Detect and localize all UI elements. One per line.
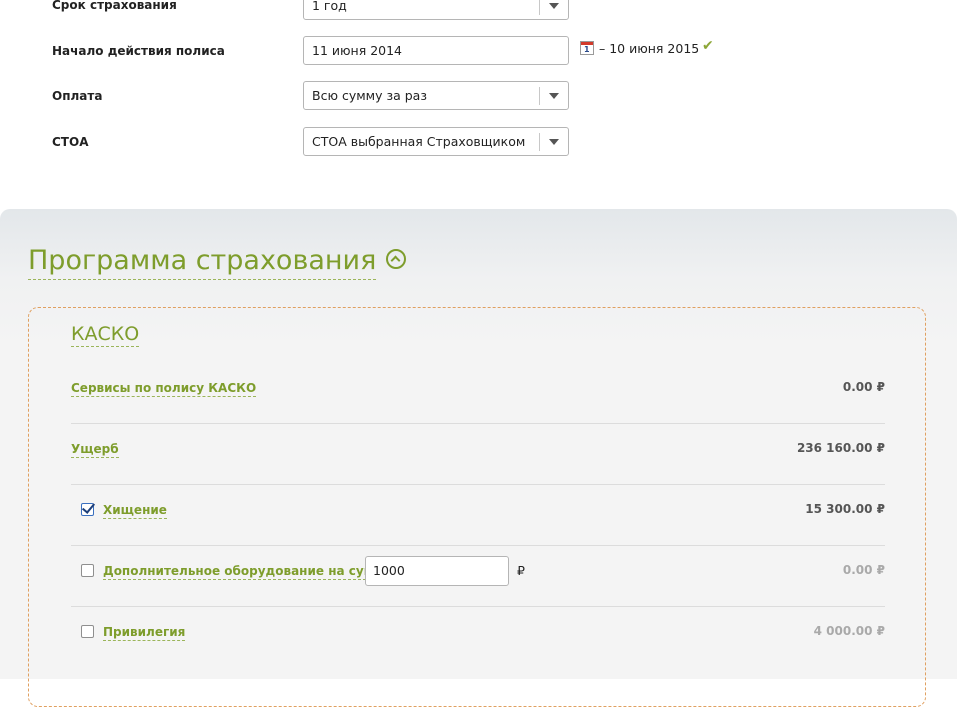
program-title[interactable]: Программа страхования: [28, 243, 377, 280]
chevron-down-icon[interactable]: [549, 93, 559, 99]
program-section: Программа страхования КАСКО Сервисы по п…: [0, 209, 957, 707]
privilege-checkbox[interactable]: [81, 625, 94, 638]
collapse-up-icon[interactable]: [386, 249, 406, 269]
chevron-down-icon[interactable]: [549, 3, 559, 9]
start-row: Начало действия полиса 11 июня 2014: [0, 35, 959, 67]
chevron-down-icon[interactable]: [549, 139, 559, 145]
term-select[interactable]: 1 год: [303, 0, 569, 20]
equipment-amount-input[interactable]: 1000: [365, 556, 509, 586]
payment-row: Оплата Всю сумму за раз: [0, 80, 959, 112]
equipment-checkbox[interactable]: [81, 564, 94, 577]
payment-select[interactable]: Всю сумму за раз: [303, 81, 569, 110]
stoa-select[interactable]: СТОА выбранная Страховщиком: [303, 127, 569, 156]
equipment-amount-value: 1000: [373, 563, 405, 578]
check-icon: ✔: [702, 38, 714, 54]
select-separator: [539, 0, 540, 15]
select-separator: [539, 133, 540, 151]
coverage-label[interactable]: Дополнительное оборудование на сумму: [103, 563, 392, 580]
payment-label: Оплата: [52, 89, 103, 103]
policy-end-date: – 10 июня 2015: [599, 41, 700, 56]
coverage-label[interactable]: Сервисы по полису КАСКО: [71, 380, 257, 397]
coverage-price: 236 160.00 ₽: [796, 441, 885, 455]
coverage-price: 15 300.00 ₽: [805, 502, 885, 516]
calendar-icon[interactable]: 1: [580, 41, 594, 55]
stoa-row: СТОА СТОА выбранная Страховщиком: [0, 126, 959, 158]
coverage-price: 0.00 ₽: [842, 380, 885, 394]
stoa-value: СТОА выбранная Страховщиком: [312, 134, 526, 149]
term-row: Срок страхования 1 год: [0, 0, 959, 22]
term-label: Срок страхования: [52, 0, 177, 12]
coverage-label[interactable]: Хищение: [103, 502, 167, 519]
term-value: 1 год: [312, 0, 347, 13]
start-date-value: 11 июня 2014: [312, 43, 403, 58]
coverage-price: 4 000.00 ₽: [813, 624, 885, 638]
coverage-row-equipment: Дополнительное оборудование на сумму 100…: [71, 545, 885, 607]
start-date-input[interactable]: 11 июня 2014: [303, 36, 569, 65]
coverage-row-damage: Ущерб 236 160.00 ₽: [71, 423, 885, 485]
coverage-row-theft: Хищение 15 300.00 ₽: [71, 484, 885, 546]
coverage-row-privilege: Привилегия 4 000.00 ₽: [71, 606, 885, 667]
select-separator: [539, 87, 540, 105]
coverage-label[interactable]: Ущерб: [71, 441, 119, 458]
start-label: Начало действия полиса: [52, 44, 225, 58]
payment-value: Всю сумму за раз: [312, 88, 427, 103]
currency-label: ₽: [517, 563, 525, 578]
kasko-title[interactable]: КАСКО: [71, 322, 140, 347]
theft-checkbox[interactable]: [81, 503, 94, 516]
stoa-label: СТОА: [52, 135, 89, 149]
coverage-label[interactable]: Привилегия: [103, 624, 186, 641]
kasko-panel: КАСКО Сервисы по полису КАСКО 0.00 ₽ Уще…: [28, 307, 926, 707]
coverage-row-services: Сервисы по полису КАСКО 0.00 ₽: [71, 362, 885, 424]
coverage-price: 0.00 ₽: [842, 563, 885, 577]
